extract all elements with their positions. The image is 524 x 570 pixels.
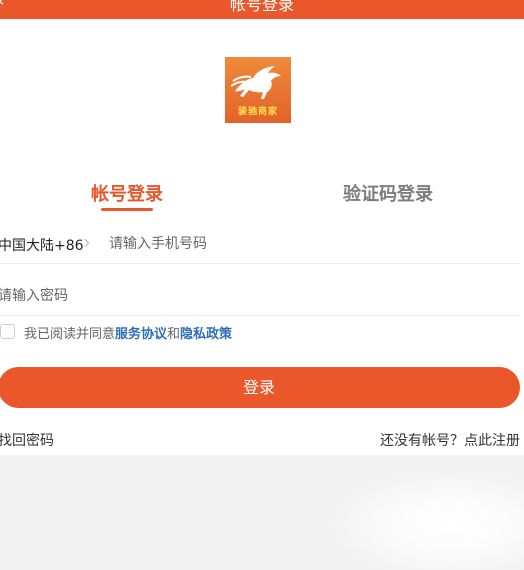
header-bar: ‹ 帐号登录 (0, 0, 524, 19)
region-selector[interactable]: 中国大陆+86 (0, 235, 84, 255)
agreement-and: 和 (167, 327, 181, 342)
divider (0, 263, 520, 264)
password-input[interactable] (0, 286, 498, 306)
logo-brand-text: 骏驰商家 (237, 107, 278, 117)
agreement-text: 我已阅读并同意服务协议和隐私政策 (24, 323, 232, 342)
divider (0, 315, 520, 316)
agreement-checkbox[interactable] (0, 324, 15, 339)
register-link[interactable]: 还没有帐号？点此注册 (380, 430, 520, 450)
login-button[interactable]: 登录 (0, 367, 520, 408)
active-tab-indicator (101, 208, 153, 211)
tab-account-login[interactable]: 帐号登录 (91, 180, 163, 206)
tab-sms-login[interactable]: 验证码登录 (343, 180, 433, 206)
login-panel: 骏驰商家 帐号登录 验证码登录 中国大陆+86 我已阅读并同意服务协议和隐私政策… (0, 19, 524, 455)
horse-logo-icon (231, 66, 281, 99)
page-title: 帐号登录 (229, 0, 294, 14)
forgot-password-link[interactable]: 找回密码 (0, 430, 54, 450)
agreement-prefix: 我已阅读并同意 (24, 327, 116, 342)
background-glow (330, 470, 524, 570)
phone-input[interactable] (109, 234, 509, 254)
privacy-policy-link[interactable]: 隐私政策 (180, 327, 232, 342)
service-agreement-link[interactable]: 服务协议 (115, 327, 167, 342)
app-logo: 骏驰商家 (225, 57, 291, 123)
